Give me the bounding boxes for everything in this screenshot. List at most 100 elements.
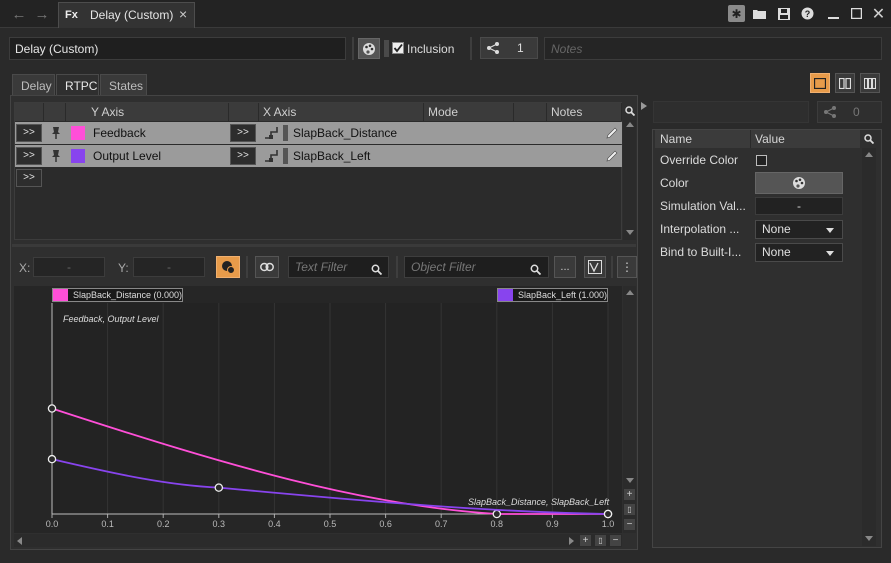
share-group[interactable]: 1 (480, 37, 538, 59)
col-y-axis-header[interactable]: Y Axis (66, 103, 229, 121)
zoom-out-y-icon[interactable]: − (624, 519, 635, 530)
text-filter-input[interactable]: Text Filter (288, 256, 389, 278)
scroll-up-arrow-icon[interactable] (626, 122, 634, 127)
scroll-up-arrow-icon[interactable] (626, 290, 634, 295)
zoom-fit-y-icon[interactable]: ▯ (624, 504, 635, 515)
bind-builtin-dropdown[interactable]: None (755, 243, 843, 262)
minimize-icon[interactable] (825, 5, 842, 22)
object-name-field[interactable]: Delay (Custom) (9, 37, 346, 60)
close-icon[interactable]: × (179, 6, 187, 22)
table-row[interactable]: >> Output Level >> SlapBack_Left (15, 145, 622, 167)
toolbar-separator (352, 37, 354, 60)
share-count: 1 (517, 41, 524, 55)
prop-name-header[interactable]: Name (655, 130, 751, 148)
x-coord-field[interactable]: - (33, 257, 105, 277)
output-level-color-swatch[interactable] (71, 149, 85, 163)
scroll-down-arrow-icon[interactable] (865, 536, 873, 541)
tab-rtpc[interactable]: RTPC (56, 74, 99, 96)
object-name-value: Delay (Custom) (15, 42, 99, 56)
zoom-in-y-icon[interactable]: + (624, 489, 635, 500)
simulation-value-field[interactable]: - (755, 197, 843, 215)
color-picker-button[interactable] (755, 172, 843, 194)
scroll-down-arrow-icon[interactable] (626, 478, 634, 483)
x-tick-label: 0.9 (546, 519, 559, 529)
layout-split-button[interactable] (835, 73, 855, 93)
table-row[interactable]: >> Feedback >> SlapBack_Distance (15, 122, 622, 144)
scroll-left-arrow-icon[interactable] (17, 537, 22, 545)
maximize-icon[interactable] (848, 5, 865, 22)
expand-row-button[interactable]: >> (16, 147, 42, 165)
col-pin-header (44, 103, 66, 121)
y-coord-field[interactable]: - (133, 257, 205, 277)
pin-icon[interactable] (50, 126, 62, 143)
zoom-in-x-icon[interactable]: + (580, 535, 591, 546)
help-icon[interactable]: ? (799, 5, 816, 22)
table-scrollbar[interactable] (623, 120, 636, 240)
x-axis-expand-button[interactable]: >> (230, 147, 256, 165)
properties-scrollbar[interactable] (862, 148, 876, 546)
more-options-button[interactable]: ... (554, 256, 576, 278)
layout-columns-button[interactable] (860, 73, 880, 93)
forward-arrow-icon[interactable]: → (33, 5, 51, 23)
editor-tab[interactable]: Fx Delay (Custom) × (58, 2, 195, 28)
x-axis-expand-button[interactable]: >> (230, 124, 256, 142)
collapse-panel-arrow-icon[interactable] (639, 100, 649, 112)
prop-label: Color (660, 176, 689, 190)
zoom-out-x-icon[interactable]: − (610, 535, 621, 546)
inclusion-checkbox[interactable] (392, 42, 404, 54)
search-icon (530, 261, 542, 281)
tab-delay[interactable]: Delay (12, 74, 55, 96)
add-rtpc-button[interactable]: >> (16, 169, 42, 187)
game-parameter-icon (264, 126, 280, 143)
splitter[interactable] (12, 244, 636, 247)
chevron-down-icon (826, 228, 834, 233)
scroll-up-arrow-icon[interactable] (865, 152, 873, 157)
col-notes-header[interactable]: Notes (547, 103, 622, 121)
feedback-color-swatch[interactable] (71, 126, 85, 140)
expand-row-button[interactable]: >> (16, 124, 42, 142)
layout-single-button[interactable] (810, 73, 830, 93)
drag-handle[interactable] (384, 40, 389, 57)
back-arrow-icon[interactable]: ← (10, 5, 28, 23)
col-mode-header[interactable]: Mode (424, 103, 514, 121)
override-color-checkbox[interactable] (756, 155, 767, 166)
prop-value-header[interactable]: Value (751, 130, 860, 148)
col-x-axis-header[interactable]: X Axis (259, 103, 424, 121)
zoom-fit-x-icon[interactable]: ▯ (595, 535, 606, 546)
graph-settings-button[interactable] (584, 256, 606, 278)
prop-row-bind-builtin: Bind to Built-I... None (655, 241, 860, 264)
table-search-icon[interactable] (623, 103, 637, 119)
interpolation-dropdown[interactable]: None (755, 220, 843, 239)
edit-notes-pencil-icon[interactable] (606, 126, 619, 142)
color-palette-button[interactable] (358, 38, 380, 59)
save-icon[interactable] (775, 5, 792, 22)
graph-vscrollbar[interactable]: + ▯ − (623, 286, 636, 533)
graph-toolbar-sep-3 (611, 256, 613, 278)
notes-field[interactable]: Notes (544, 37, 882, 60)
properties-search-icon[interactable] (861, 131, 877, 147)
tab-states[interactable]: States (100, 74, 147, 96)
tab-states-label: States (109, 79, 144, 93)
chevron-down-icon (826, 251, 834, 256)
pin-icon[interactable] (50, 149, 62, 166)
x-axis-label: SlapBack_Distance (293, 126, 398, 140)
vertical-menu-icon[interactable]: ⋮ (617, 256, 637, 278)
right-share-group[interactable]: 0 (817, 101, 882, 123)
snap-toggle-button[interactable] (216, 256, 240, 278)
prop-row-simulation-value: Simulation Val... - (655, 195, 860, 218)
graph-hscrollbar[interactable]: + ▯ − (14, 534, 622, 547)
object-filter-input[interactable]: Object Filter (404, 256, 549, 278)
edit-notes-pencil-icon[interactable] (606, 149, 619, 165)
pin-star-icon[interactable]: ✱ (728, 5, 745, 22)
curve-point (214, 483, 224, 492)
link-button[interactable] (255, 256, 279, 278)
x-coord-value: - (67, 260, 71, 274)
simulation-value: - (797, 199, 801, 213)
x-tick-label: 0.5 (324, 519, 337, 529)
folder-icon[interactable] (751, 5, 768, 22)
tab-delay-label: Delay (21, 79, 52, 93)
scroll-right-arrow-icon[interactable] (569, 537, 574, 545)
window-close-icon[interactable]: ✕ (870, 5, 887, 23)
graph-annotation-top: Feedback, Output Level (63, 314, 159, 324)
scroll-down-arrow-icon[interactable] (626, 230, 634, 235)
